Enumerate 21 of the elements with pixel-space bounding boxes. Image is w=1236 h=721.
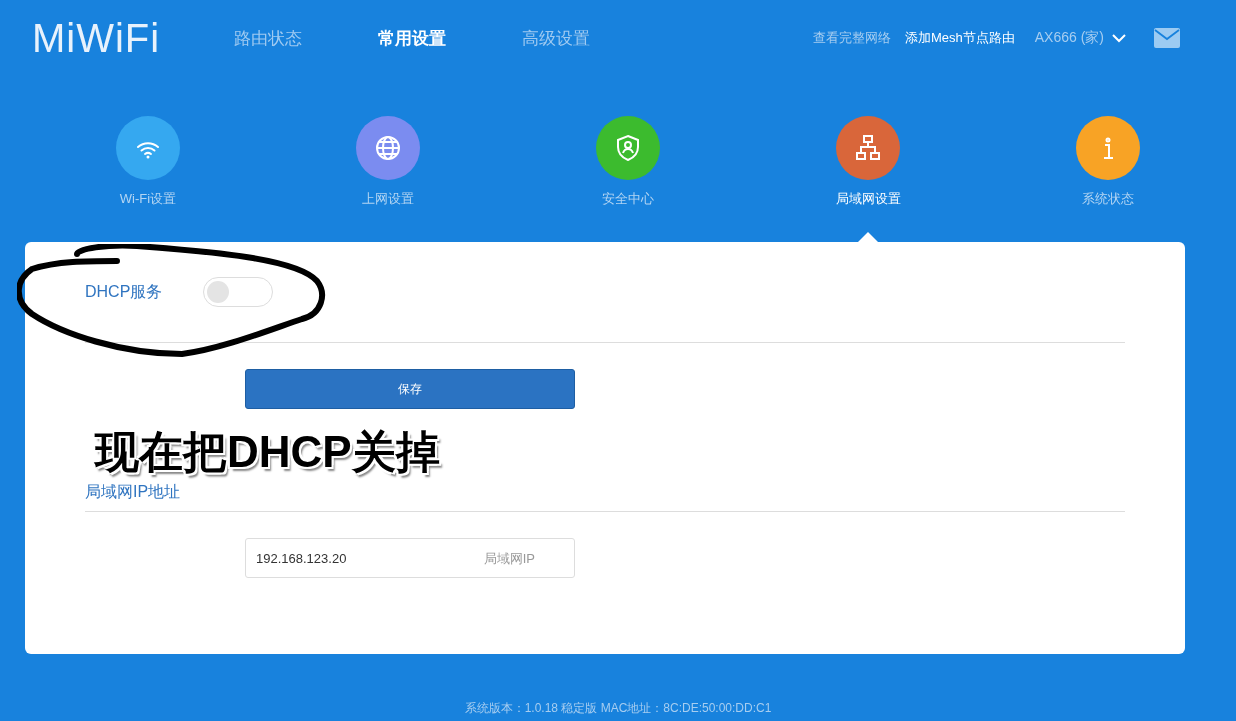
category-label[interactable]: Wi-Fi设置 [119,190,177,208]
router-selector[interactable]: AX666 (家) [1034,29,1126,47]
nav-tab[interactable]: 高级设置 [522,26,590,50]
logo: MiWiFi [32,15,162,61]
lan-ip-label: 局域网IP地址 [85,483,181,500]
nav-tab[interactable]: 路由状态 [234,26,302,50]
header-link[interactable]: 添加Mesh节点路由 [904,29,1015,47]
chevron-down-icon [1112,33,1126,43]
dhcp-label: DHCP服务 [85,281,164,302]
category-label[interactable]: 局域网设置 [835,190,901,208]
category-label[interactable]: 安全中心 [602,190,654,208]
nav-tab[interactable]: 常用设置 [378,26,446,50]
save-button[interactable]: 保存 [245,369,575,409]
annotation-caption: 现在把DHCP关掉 [95,426,440,478]
category-label[interactable]: 上网设置 [362,190,414,208]
category-label[interactable]: 系统状态 [1082,190,1134,208]
field-suffix: 局域网IP [483,550,535,568]
footer-text: 系统版本：1.0.18 稳定版 MAC地址：8C:DE:50:00:DD:C1 [463,700,773,717]
mail-icon[interactable] [1154,28,1180,48]
header-link[interactable]: 查看完整网络 [812,29,891,47]
dhcp-toggle[interactable] [203,277,273,307]
